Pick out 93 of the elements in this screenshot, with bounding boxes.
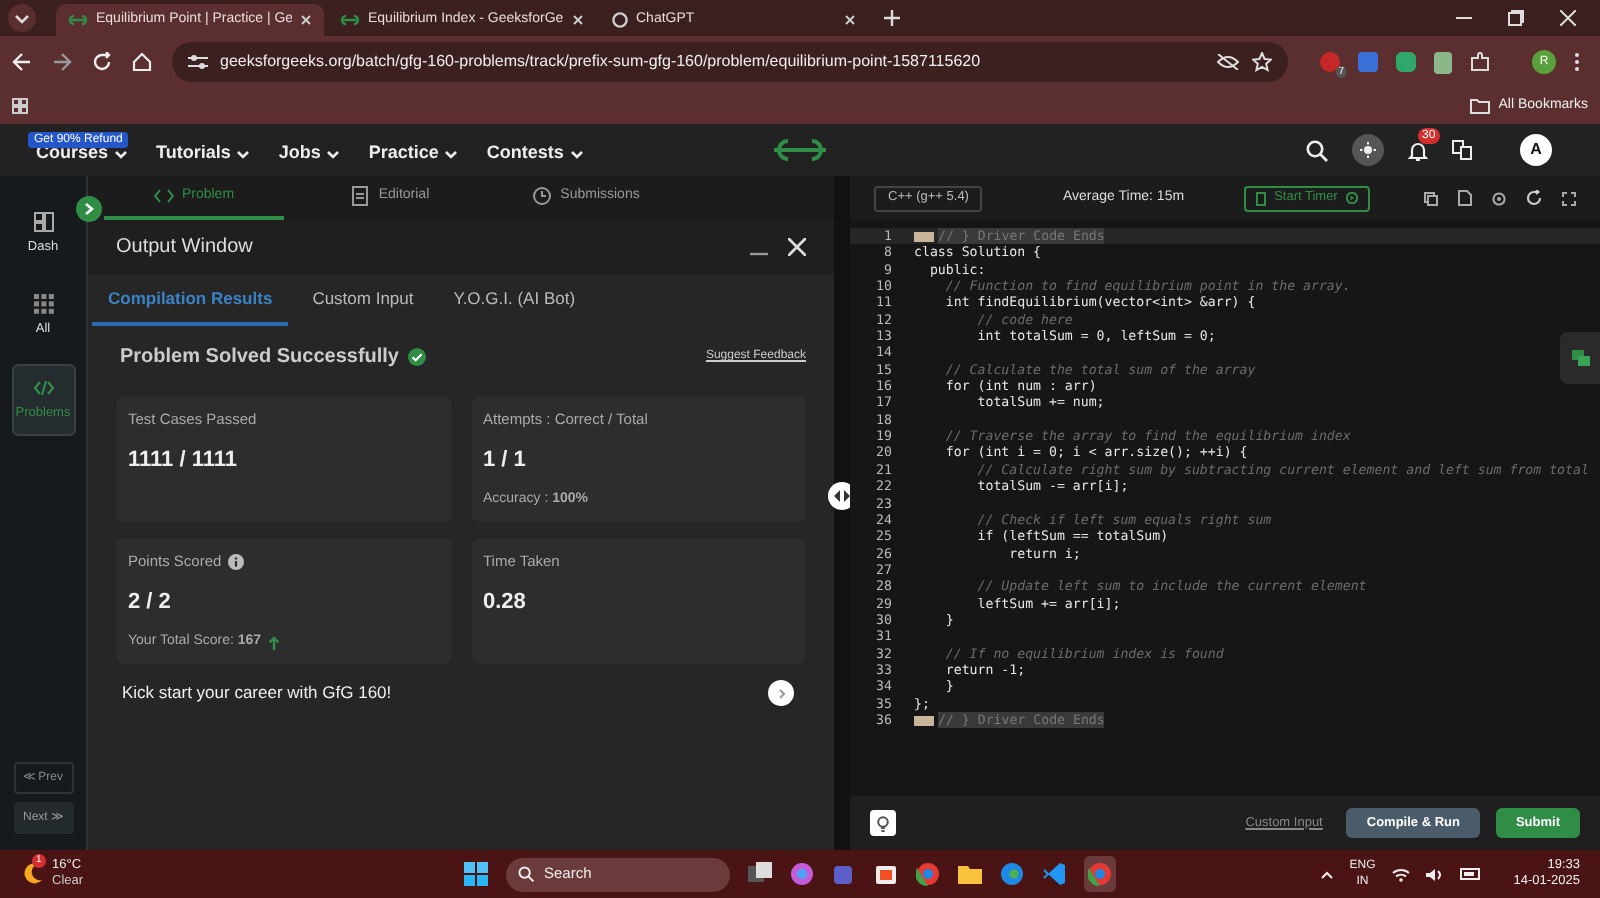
apps-icon[interactable] xyxy=(12,98,28,114)
sparkle-app-icon[interactable] xyxy=(790,862,814,886)
forward-icon[interactable] xyxy=(52,52,72,72)
edge-icon[interactable] xyxy=(1000,862,1024,886)
new-tab-icon[interactable] xyxy=(884,10,900,26)
chevron-up-icon[interactable] xyxy=(1319,869,1334,879)
theme-toggle[interactable] xyxy=(1352,134,1384,166)
battery-icon[interactable] xyxy=(1459,868,1482,880)
lightbulb-icon xyxy=(876,815,890,831)
output-tab[interactable]: Y.O.G.I. (AI Bot) xyxy=(437,274,592,326)
folder-icon xyxy=(1470,98,1491,114)
chevron-right-icon xyxy=(777,687,785,699)
reload-icon[interactable] xyxy=(92,52,112,72)
fold-marker-icon[interactable] xyxy=(914,715,934,726)
play-icon xyxy=(1345,192,1358,204)
grid-icon xyxy=(33,293,53,314)
puzzle-icon[interactable] xyxy=(1470,52,1490,72)
resize-icon xyxy=(834,490,850,502)
site-logo-icon[interactable] xyxy=(770,136,830,164)
document-icon xyxy=(350,186,371,206)
info-icon[interactable] xyxy=(227,553,244,570)
active-app-button[interactable] xyxy=(1084,856,1116,892)
site-settings-icon[interactable] xyxy=(188,54,208,70)
start-icon[interactable] xyxy=(464,862,488,886)
chevron-down-icon xyxy=(569,149,584,159)
copy-icon[interactable] xyxy=(1424,191,1438,205)
address-bar[interactable]: geeksforgeeks.org/batch/gfg-160-problems/track/prefix-sum-gfg-160/problem/equilibrium-point-1587115620 xyxy=(172,42,1288,82)
volume-icon[interactable] xyxy=(1425,867,1444,881)
close-icon[interactable] xyxy=(1560,10,1576,26)
restore-icon[interactable] xyxy=(1508,10,1524,26)
star-icon[interactable] xyxy=(1252,52,1272,72)
nav-menu-item[interactable]: Practice xyxy=(368,140,459,168)
tab-list-icon[interactable] xyxy=(8,4,36,32)
fullscreen-icon[interactable] xyxy=(1562,191,1576,205)
fold-marker-icon[interactable] xyxy=(914,231,934,242)
extension-icon[interactable] xyxy=(1434,51,1452,73)
chevron-down-icon xyxy=(326,149,341,159)
promo-text: Kick start your career with GfG 160! xyxy=(122,680,392,706)
moon-icon xyxy=(20,862,44,886)
chevron-down-icon xyxy=(114,149,129,159)
close-icon[interactable] xyxy=(572,14,584,26)
extension-icon[interactable] xyxy=(1396,52,1416,72)
code-icon xyxy=(153,186,174,206)
card-value: 0.28 xyxy=(483,588,528,619)
chevron-down-icon xyxy=(236,149,251,159)
window-title: Output Window xyxy=(116,234,253,262)
check-circle-icon xyxy=(407,348,425,366)
back-icon[interactable] xyxy=(12,52,32,72)
chat-button[interactable] xyxy=(1560,332,1600,384)
folder-icon[interactable] xyxy=(958,862,982,886)
nav-menu-item[interactable]: Jobs xyxy=(278,140,341,168)
file-icon[interactable] xyxy=(1458,190,1472,206)
store-icon[interactable] xyxy=(874,862,898,886)
card-value: 1 / 1 xyxy=(483,446,528,477)
settings-icon[interactable] xyxy=(1492,191,1506,205)
nav-menu-item[interactable]: Tutorials xyxy=(156,140,251,168)
search-icon xyxy=(518,866,534,882)
next-arrow-button[interactable] xyxy=(768,680,794,706)
wifi-icon[interactable] xyxy=(1391,867,1410,881)
dashboard-icon xyxy=(33,212,53,232)
output-tab[interactable]: Custom Input xyxy=(296,274,430,326)
code-editor-icon[interactable] xyxy=(1042,862,1066,886)
chat-logo-icon xyxy=(612,12,628,28)
site-logo-icon xyxy=(68,14,88,26)
chevron-right-icon xyxy=(84,202,94,216)
user-avatar[interactable]: A xyxy=(1520,134,1552,166)
chevron-down-icon xyxy=(444,149,459,159)
home-icon[interactable] xyxy=(132,52,152,72)
card-value: 2 / 2 xyxy=(128,588,173,619)
timer-icon xyxy=(1256,191,1267,205)
teams-icon[interactable] xyxy=(832,862,856,886)
windows-icon[interactable] xyxy=(748,862,772,886)
close-icon[interactable] xyxy=(844,14,856,26)
site-logo-icon xyxy=(340,14,360,26)
output-tab[interactable]: Compilation Results xyxy=(92,274,289,326)
browser-icon[interactable] xyxy=(916,862,940,886)
more-icon[interactable] xyxy=(1574,52,1580,72)
url-text: geeksforgeeks.org/batch/gfg-160-problems/track/prefix-sum-gfg-160/problem/equilibrium-point-1587115620 xyxy=(220,50,983,74)
nav-menu-item[interactable]: Contests xyxy=(486,140,584,168)
close-icon[interactable] xyxy=(788,238,806,256)
status-message: Problem Solved Successfully xyxy=(120,344,399,372)
card-value: 1111 / 1111 xyxy=(128,446,239,477)
sun-icon xyxy=(1360,142,1376,158)
code-icon xyxy=(33,377,53,397)
eye-off-icon[interactable] xyxy=(1216,54,1240,70)
bell-icon[interactable] xyxy=(1408,139,1428,161)
browser-icon xyxy=(1088,862,1112,886)
hint-button[interactable] xyxy=(870,810,896,836)
reset-icon[interactable] xyxy=(1526,190,1542,206)
search-icon[interactable] xyxy=(1306,139,1328,161)
chat-icon xyxy=(1571,350,1589,366)
close-icon[interactable] xyxy=(300,14,312,26)
clock-icon xyxy=(532,186,553,206)
